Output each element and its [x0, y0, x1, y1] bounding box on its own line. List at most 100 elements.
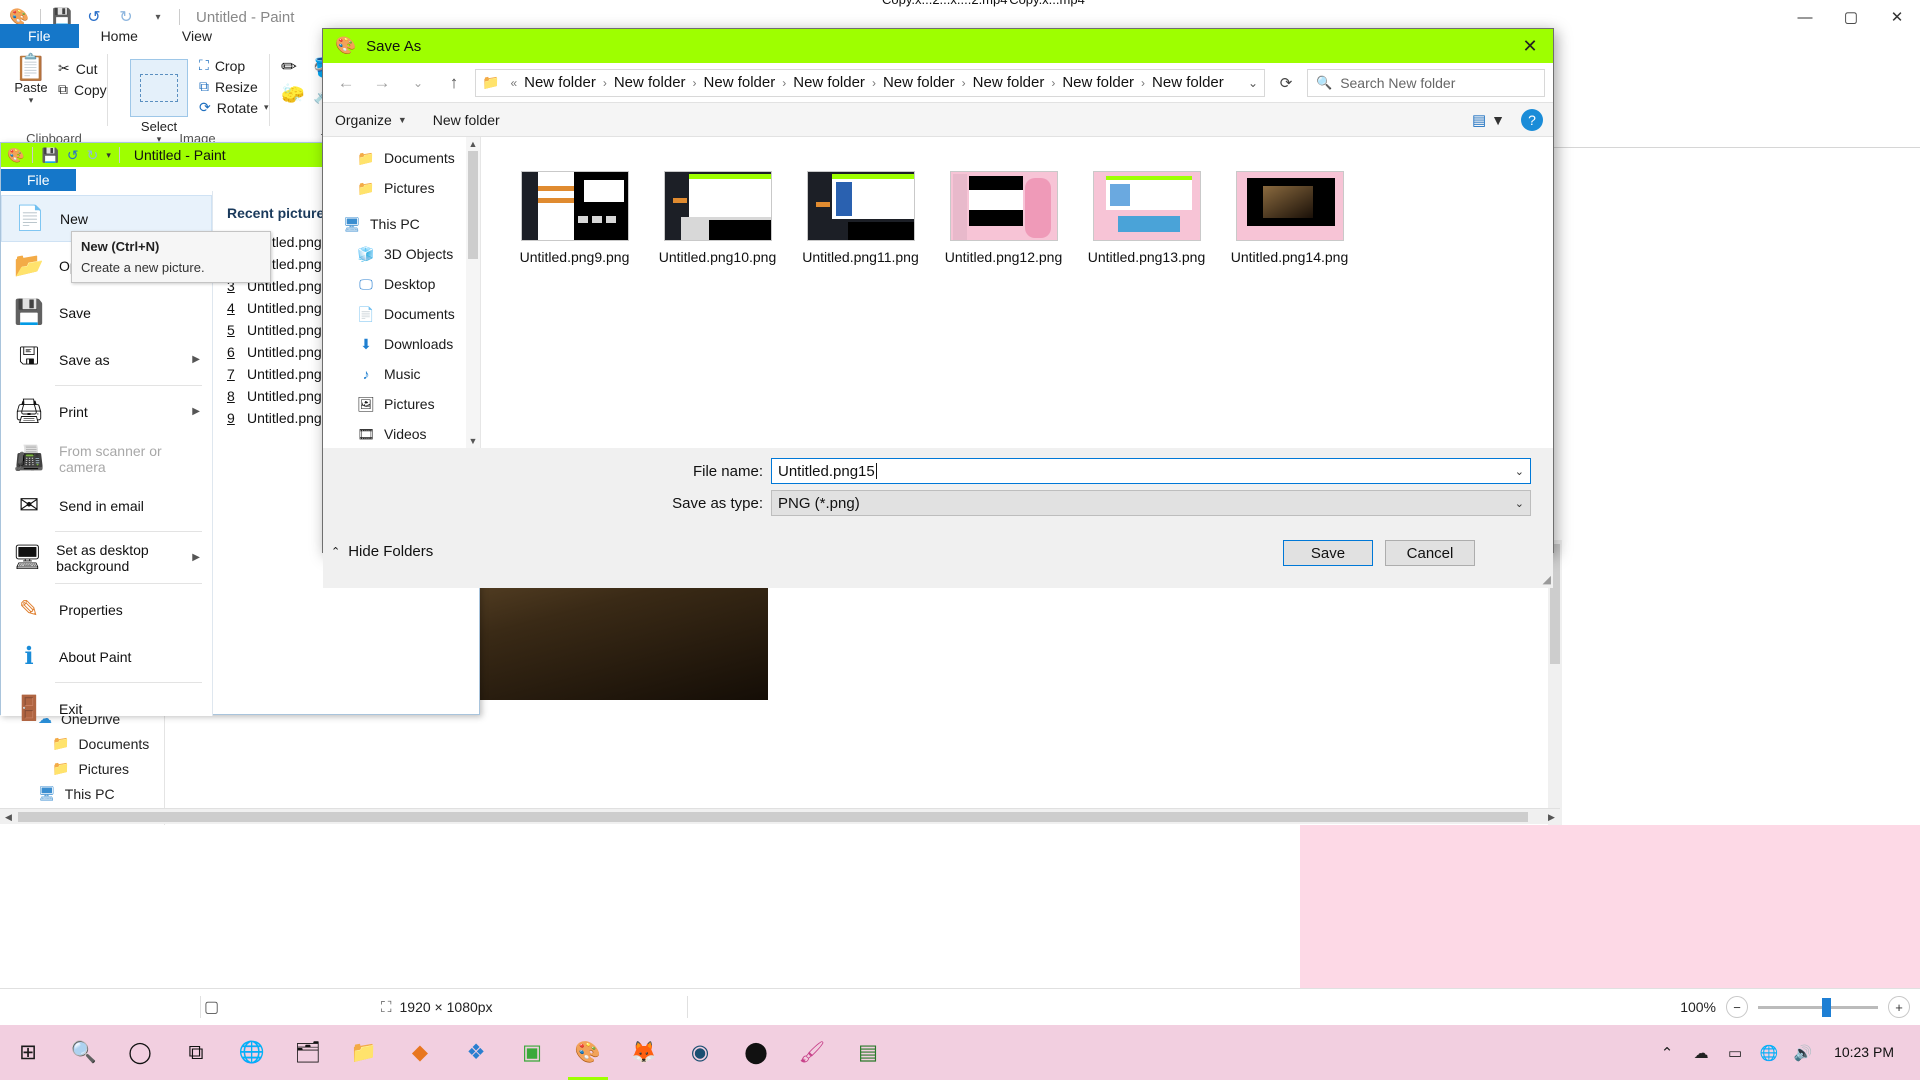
list-item[interactable]: My Movie_1 - Copy.x...mp4	[992, 0, 1102, 8]
zoom-slider[interactable]	[1758, 997, 1878, 1017]
terminal-icon[interactable]: ▤	[840, 1025, 896, 1080]
file-explorer-icon[interactable]: 🗂	[280, 1025, 336, 1080]
tree-item-desktop[interactable]: 🖵 Desktop	[323, 269, 480, 299]
chevron-right-icon[interactable]: ›	[957, 76, 971, 90]
paint-icon[interactable]: 🎨	[560, 1025, 616, 1080]
view-options-button[interactable]: ▤ ▼	[1472, 111, 1505, 129]
chevron-right-icon[interactable]: ›	[1136, 76, 1150, 90]
scroll-up-icon[interactable]: ▲	[466, 137, 480, 151]
breadcrumb-overflow[interactable]: «	[505, 76, 522, 90]
show-hidden-icons-icon[interactable]: ⌃	[1650, 1025, 1684, 1080]
tree-item-videos[interactable]: 🎞 Videos	[323, 419, 480, 449]
start-icon[interactable]: ⊞	[0, 1025, 56, 1080]
breadcrumb-part[interactable]: New folder	[973, 74, 1045, 91]
tree-item-documents[interactable]: 📁 Documents	[323, 143, 480, 173]
file-item[interactable]: Untitled.png13.png	[1075, 171, 1218, 266]
customize-caret-icon[interactable]: ▾	[106, 150, 111, 161]
paint-logo-icon[interactable]: 🎨	[7, 147, 24, 164]
up-icon[interactable]: ↑	[439, 68, 469, 98]
save-button[interactable]: Save	[1283, 540, 1373, 566]
chevron-right-icon[interactable]: ›	[688, 76, 702, 90]
chrome-icon[interactable]: ⬤	[728, 1025, 784, 1080]
save-as-type-select[interactable]: PNG (*.png) ⌄	[771, 490, 1531, 516]
firefox-icon[interactable]: 🦊	[616, 1025, 672, 1080]
onedrive-icon[interactable]: ☁	[1684, 1025, 1718, 1080]
breadcrumb-part[interactable]: New folder	[1152, 74, 1224, 91]
scroll-left-icon[interactable]: ◀	[0, 809, 17, 825]
menu-item-set-desktop-background[interactable]: 🖥 Set as desktop background ▶	[1, 534, 212, 581]
menu-item-properties[interactable]: ✎ Properties	[1, 586, 212, 633]
tree-item-3d-objects[interactable]: 🧊 3D Objects	[323, 239, 480, 269]
show-desktop-button[interactable]	[1908, 1025, 1920, 1080]
refresh-icon[interactable]: ⟳	[1271, 69, 1301, 97]
steam-icon[interactable]: ◉	[672, 1025, 728, 1080]
breadcrumb-part[interactable]: New folder	[704, 74, 776, 91]
forward-icon[interactable]: →	[367, 68, 397, 98]
zoom-out-button[interactable]: −	[1726, 996, 1748, 1018]
tree-item-pictures[interactable]: 📁 Pictures	[323, 173, 480, 203]
tree-scrollbar[interactable]: ▲ ▼	[466, 137, 480, 448]
undo-icon[interactable]: ↺	[67, 147, 79, 164]
zoom-in-button[interactable]: +	[1888, 996, 1910, 1018]
cut-button[interactable]: ✂ Cut	[58, 60, 118, 77]
nav-item-pictures[interactable]: 📁 Pictures	[0, 756, 164, 781]
zoom-slider-knob[interactable]	[1822, 997, 1831, 1017]
menu-item-save[interactable]: 💾 Save	[1, 289, 212, 336]
save-icon[interactable]: 💾	[41, 147, 58, 164]
file-name-input[interactable]: Untitled.png15 ⌄	[771, 458, 1531, 484]
edge-icon[interactable]: 🌐	[224, 1025, 280, 1080]
scrollbar-thumb[interactable]	[468, 151, 478, 259]
help-icon[interactable]: ?	[1521, 108, 1543, 131]
breadcrumb-part[interactable]: New folder	[614, 74, 686, 91]
file-item[interactable]: Untitled.png14.png	[1218, 171, 1361, 266]
chevron-down-icon[interactable]: ⌄	[1515, 465, 1524, 478]
scroll-down-icon[interactable]: ▼	[466, 434, 480, 448]
pencil-icon[interactable]: ✏	[281, 56, 311, 80]
cancel-button[interactable]: Cancel	[1385, 540, 1475, 566]
breadcrumb-part[interactable]: New folder	[883, 74, 955, 91]
breadcrumb-part[interactable]: New folder	[793, 74, 865, 91]
tree-item-music[interactable]: ♪ Music	[323, 359, 480, 389]
tab-view[interactable]: View	[160, 24, 234, 48]
file-item[interactable]: Untitled.png9.png	[503, 171, 646, 266]
battery-icon[interactable]: ▭	[1718, 1025, 1752, 1080]
breadcrumb-part[interactable]: New folder	[524, 74, 596, 91]
breadcrumb-part[interactable]: New folder	[1062, 74, 1134, 91]
explorer-horizontal-scrollbar[interactable]: ◀ ▶	[0, 808, 1560, 824]
tree-item-pictures-pc[interactable]: 🖼 Pictures	[323, 389, 480, 419]
copy-button[interactable]: ⧉ Copy	[58, 81, 118, 98]
hide-folders-button[interactable]: ⌃ Hide Folders	[331, 543, 433, 560]
search-input[interactable]: 🔍 Search New folder	[1307, 68, 1545, 97]
redo-icon[interactable]: ↻	[87, 147, 99, 164]
menu-item-send-email[interactable]: ✉ Send in email	[1, 482, 212, 529]
chevron-right-icon[interactable]: ›	[598, 76, 612, 90]
diamond-icon[interactable]: ◆	[392, 1025, 448, 1080]
tree-item-downloads[interactable]: ⬇ Downloads	[323, 329, 480, 359]
nav-item-documents[interactable]: 📁 Documents	[0, 731, 164, 756]
clock[interactable]: 10:23 PM	[1820, 1044, 1908, 1061]
rotate-button[interactable]: ⟳ Rotate ▾	[199, 99, 269, 116]
task-view-icon[interactable]: ◯	[112, 1025, 168, 1080]
volume-icon[interactable]: 🔊	[1786, 1025, 1820, 1080]
folder-icon[interactable]: 📁	[336, 1025, 392, 1080]
network-icon[interactable]: 🌐	[1752, 1025, 1786, 1080]
tree-item-documents-pc[interactable]: 📄 Documents	[323, 299, 480, 329]
crop-button[interactable]: ⛶ Crop	[199, 57, 269, 74]
media-icon[interactable]: 🖌	[784, 1025, 840, 1080]
menu-item-about-paint[interactable]: ℹ About Paint	[1, 633, 212, 680]
menu-item-exit[interactable]: 🚪 Exit	[1, 685, 212, 732]
breadcrumb[interactable]: 📁 « New folder › New folder › New folder…	[475, 68, 1265, 97]
recent-locations-icon[interactable]: ⌄	[403, 68, 433, 98]
file-list[interactable]: Untitled.png9.png Untitled.png10.png Unt…	[481, 137, 1553, 448]
dropbox-icon[interactable]: ❖	[448, 1025, 504, 1080]
tab-home[interactable]: Home	[79, 24, 160, 48]
chevron-down-icon[interactable]: ▾	[264, 102, 269, 113]
eraser-icon[interactable]: 🧽	[281, 82, 311, 106]
back-icon[interactable]: ←	[331, 68, 361, 98]
chevron-down-icon[interactable]: ▾	[29, 95, 34, 106]
file-item[interactable]: Untitled.png12.png	[932, 171, 1075, 266]
greenshot-icon[interactable]: ▣	[504, 1025, 560, 1080]
tab-file[interactable]: File	[0, 24, 79, 48]
organize-button[interactable]: Organize ▼	[335, 112, 407, 128]
chevron-down-icon[interactable]: ⌄	[1515, 497, 1524, 510]
